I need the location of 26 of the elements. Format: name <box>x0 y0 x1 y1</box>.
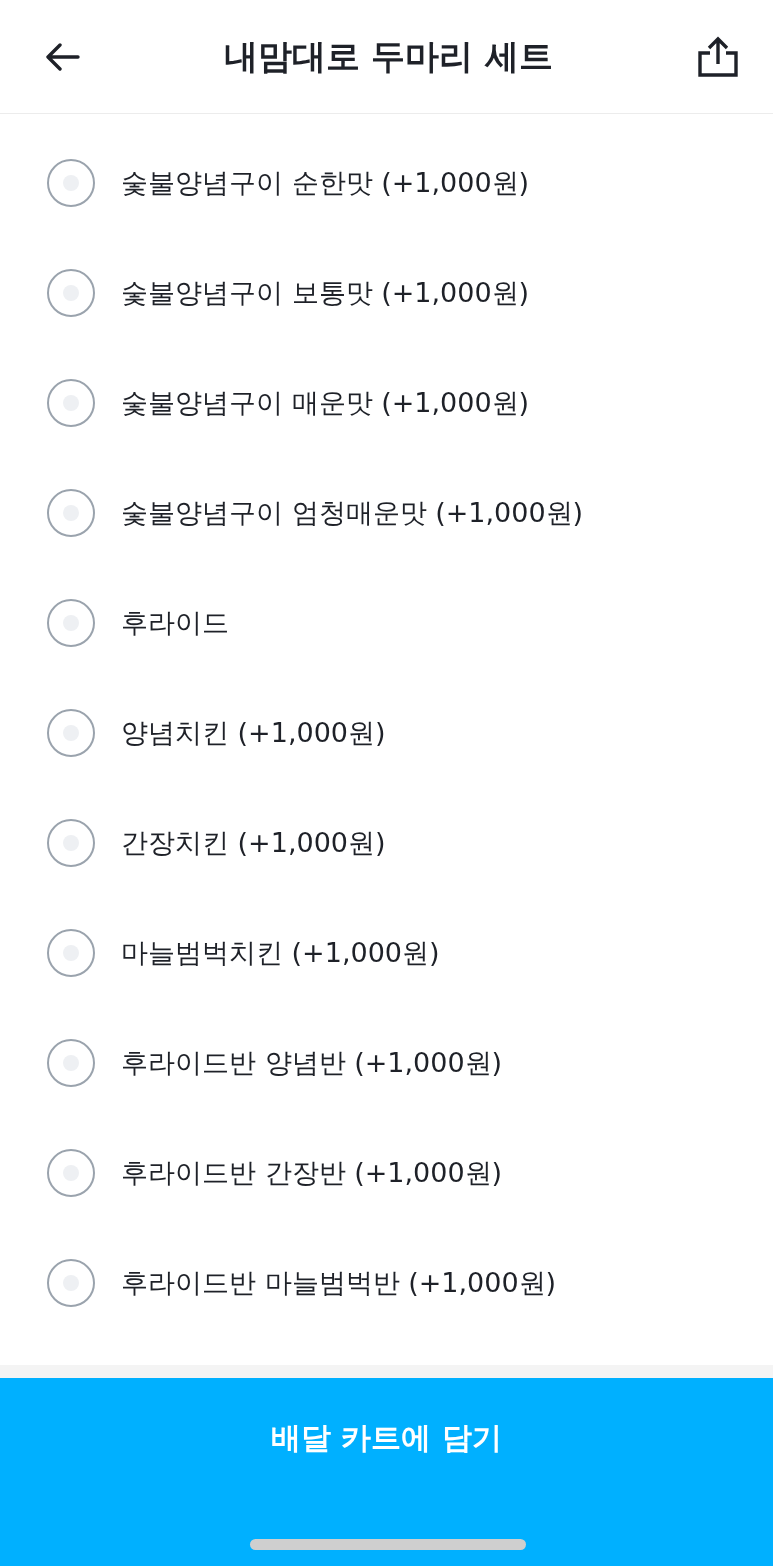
radio-button[interactable] <box>47 489 95 537</box>
screen-title: 내맘대로 두마리 세트 <box>223 34 554 78</box>
option-label: 마늘범벅치킨 (+1,000원) <box>121 936 440 970</box>
option-label: 숯불양념구이 보통맛 (+1,000원) <box>121 276 530 310</box>
radio-button[interactable] <box>47 379 95 427</box>
radio-button[interactable] <box>47 929 95 977</box>
option-label: 후라이드반 양념반 (+1,000원) <box>121 1046 503 1080</box>
back-arrow-icon[interactable] <box>46 42 80 71</box>
option-label: 숯불양념구이 순한맛 (+1,000원) <box>121 166 530 200</box>
option-label: 후라이드반 마늘범벅반 (+1,000원) <box>121 1266 557 1300</box>
radio-button[interactable] <box>47 1039 95 1087</box>
share-icon[interactable] <box>697 35 739 78</box>
radio-button[interactable] <box>47 709 95 757</box>
option-label: 간장치킨 (+1,000원) <box>121 826 386 860</box>
radio-button[interactable] <box>47 819 95 867</box>
radio-button[interactable] <box>47 1149 95 1197</box>
option-label: 숯불양념구이 엄청매운맛 (+1,000원) <box>121 496 584 530</box>
radio-button[interactable] <box>47 1259 95 1307</box>
radio-button[interactable] <box>47 159 95 207</box>
radio-button[interactable] <box>47 599 95 647</box>
option-label: 후라이드반 간장반 (+1,000원) <box>121 1156 503 1190</box>
option-label: 후라이드 <box>121 606 229 640</box>
option-label: 숯불양념구이 매운맛 (+1,000원) <box>121 386 530 420</box>
cart-button[interactable]: 배달 카트에 담기 <box>0 1378 773 1566</box>
radio-button[interactable] <box>47 269 95 317</box>
option-label: 양념치킨 (+1,000원) <box>121 716 386 750</box>
